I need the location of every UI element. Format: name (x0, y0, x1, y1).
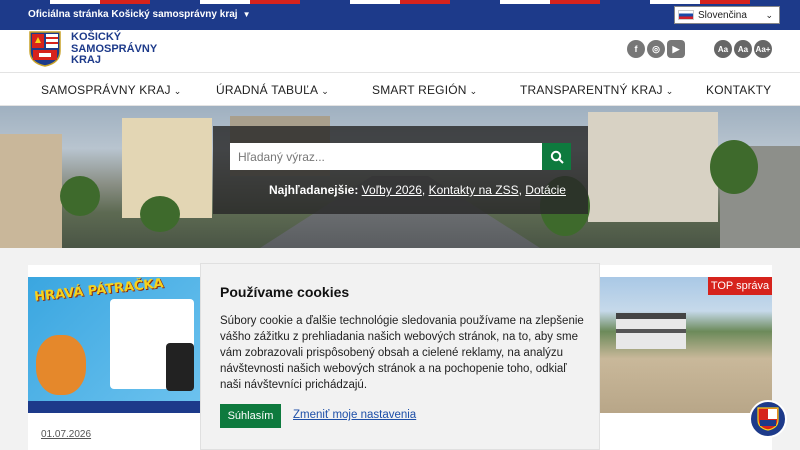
popular-searches: Najhľadanejšie: Voľby 2026, Kontakty na … (269, 183, 566, 197)
font-smaller-button[interactable]: Aa (714, 40, 732, 58)
main-nav: SAMOSPRÁVNY KRAJ ⌄ ÚRADNÁ TABUĽA ⌄ SMART R… (0, 72, 800, 106)
popular-link-kontakty-zss[interactable]: Kontakty na ZSS (429, 183, 519, 197)
official-site-label: Oficiálna stránka Košický samosprávny kr… (28, 9, 238, 20)
tree (710, 140, 758, 194)
coat-of-arms-float-button[interactable] (749, 400, 787, 438)
popular-link-volby[interactable]: Voľby 2026 (362, 183, 422, 197)
phone-illustration (166, 343, 194, 391)
nav-label: KONTAKTY (706, 83, 772, 97)
top-stripes (0, 0, 800, 4)
mascot-illustration (36, 335, 86, 395)
nav-label: TRANSPARENTNÝ KRAJ (520, 83, 663, 97)
popular-label: Najhľadanejšie: (269, 183, 359, 197)
youtube-glyph: ▶ (672, 43, 680, 54)
coat-of-arms-icon (757, 407, 779, 431)
caret-down-icon: ▼ (242, 10, 251, 19)
tree (60, 176, 100, 216)
nav-label: SMART REGIÓN (372, 83, 467, 97)
chevron-down-icon: ⌄ (665, 86, 674, 96)
nav-item-samospravny-kraj[interactable]: SAMOSPRÁVNY KRAJ ⌄ (41, 83, 181, 97)
coat-of-arms-logo[interactable] (29, 31, 61, 67)
news-poster-image[interactable]: HRAVÁ PÁTRAČKA (28, 277, 200, 413)
instagram-glyph: ◎ (652, 43, 660, 54)
building-theatre (588, 112, 718, 222)
nav-item-smart-region[interactable]: SMART REGIÓN ⌄ (372, 83, 477, 97)
facebook-icon[interactable]: f (627, 40, 645, 58)
nav-item-kontakty[interactable]: KONTAKTY (706, 83, 771, 97)
font-smaller-label: Aa (717, 44, 729, 54)
news-photo-construction[interactable] (600, 277, 772, 413)
facebook-glyph: f (634, 44, 638, 54)
youtube-icon[interactable]: ▶ (667, 40, 685, 58)
brand-line-1: KOŠICKÝ (71, 31, 122, 43)
font-larger-label: Aa+ (755, 44, 771, 54)
chevron-down-icon: ⌄ (173, 86, 182, 96)
news-date[interactable]: 01.07.2026 (41, 429, 91, 440)
top-bar: Oficiálna stránka Košický samosprávny kr… (0, 0, 800, 30)
accept-label: Súhlasím (227, 410, 274, 422)
font-default-label: Aa (737, 44, 749, 54)
slovak-flag-icon (678, 10, 694, 20)
accept-cookies-button[interactable]: Súhlasím (220, 404, 281, 428)
brand-name[interactable]: KOŠICKÝ SAMOSPRÁVNY KRAJ (71, 31, 157, 67)
search-panel (213, 126, 588, 214)
tree (140, 196, 180, 232)
instagram-icon[interactable]: ◎ (647, 40, 665, 58)
nav-item-uradna-tabula[interactable]: ÚRADNÁ TABUĽA ⌄ (216, 83, 329, 97)
search-button[interactable] (542, 143, 571, 170)
font-default-button[interactable]: Aa (734, 40, 752, 58)
chevron-down-icon: ⌄ (321, 86, 329, 96)
chevron-down-icon: ⌄ (469, 86, 478, 96)
top-news-label: TOP správa (710, 280, 770, 292)
language-select[interactable]: Slovenčina ⌄ (674, 6, 780, 24)
font-larger-button[interactable]: Aa+ (754, 40, 772, 58)
cookie-dialog: Používame cookies Súbory cookie a ďalšie… (200, 263, 600, 450)
search-placeholder: Hľadaný výraz... (238, 149, 325, 164)
search-icon (550, 150, 564, 164)
language-label: Slovenčina (698, 9, 747, 21)
search-input[interactable]: Hľadaný výraz... (230, 143, 542, 170)
cookie-text: Súbory cookie a ďalšie technológie sledo… (220, 315, 584, 391)
nav-label: ÚRADNÁ TABUĽA (216, 83, 319, 97)
nav-label: SAMOSPRÁVNY KRAJ (41, 83, 171, 97)
cookie-title: Používame cookies (220, 284, 350, 300)
poster-footer (28, 401, 200, 413)
building-left (0, 134, 62, 248)
window-strip (616, 329, 686, 333)
nav-item-transparentny-kraj[interactable]: TRANSPARENTNÝ KRAJ ⌄ (520, 83, 673, 97)
official-site-toggle[interactable]: Oficiálna stránka Košický samosprávny kr… (28, 9, 250, 20)
top-news-badge: TOP správa (708, 277, 772, 295)
chevron-down-icon: ⌄ (765, 10, 773, 20)
popular-link-dotacie[interactable]: Dotácie (525, 183, 566, 197)
change-settings-link[interactable]: Zmeniť moje nastavenia (293, 409, 416, 421)
brand-line-3: KRAJ (71, 54, 101, 66)
